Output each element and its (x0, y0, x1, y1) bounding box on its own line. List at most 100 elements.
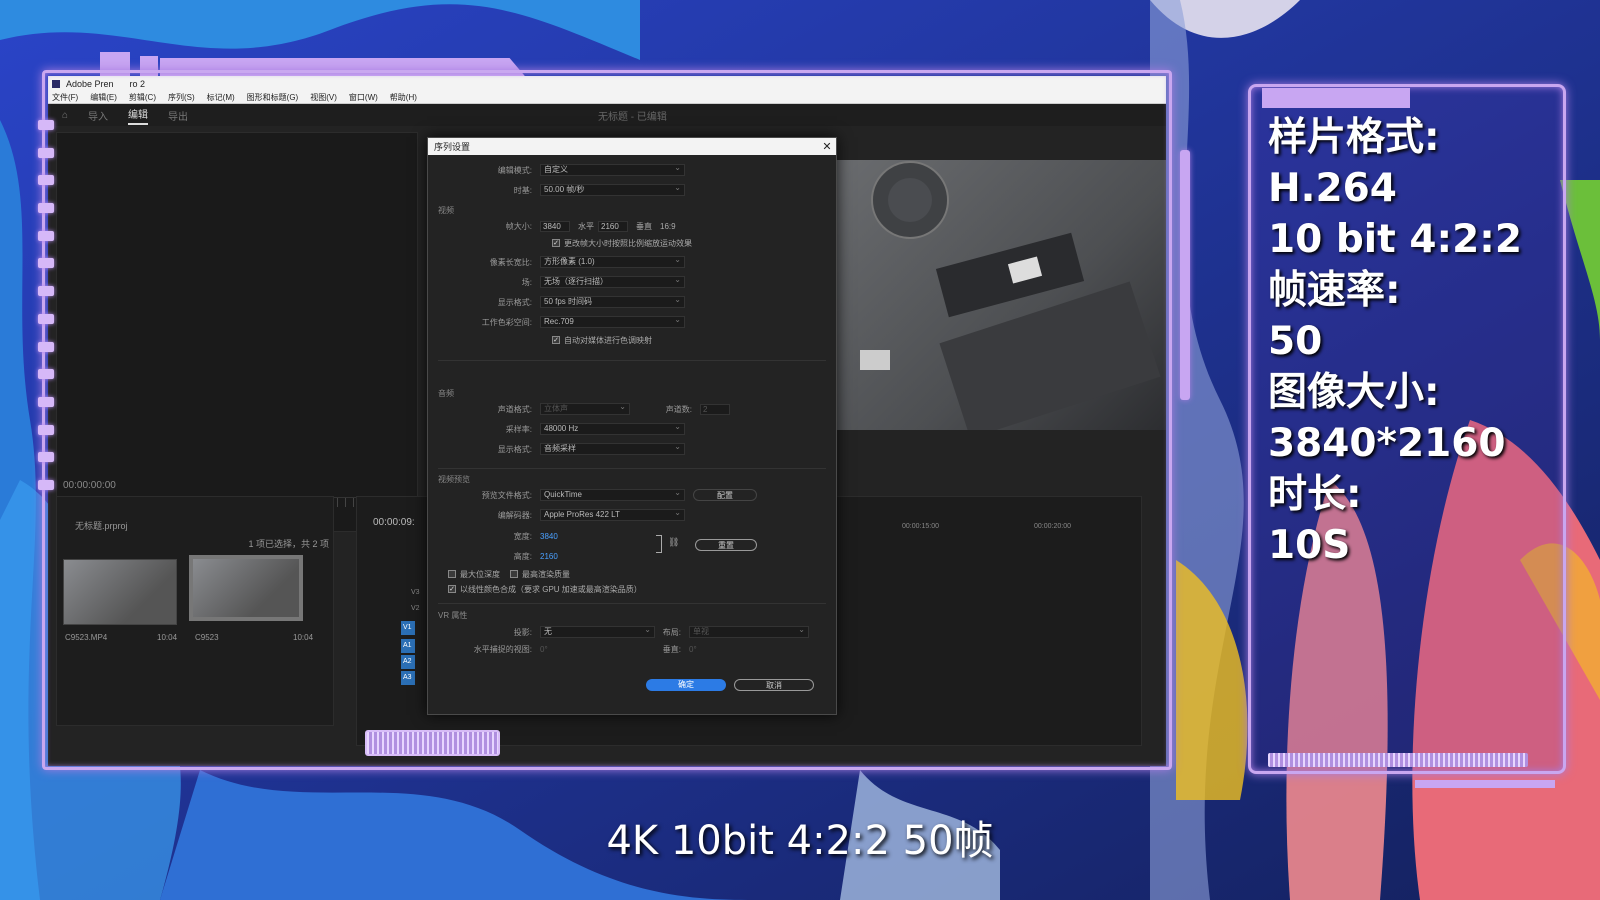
info-line: 时长: (1268, 472, 1362, 517)
linear-color-row[interactable]: ✓ 以线性颜色合成（要求 GPU 加速或最高渲染品质） (448, 583, 642, 595)
timebase-label: 时基: (513, 185, 532, 195)
info-line: 帧速率: (1268, 268, 1401, 313)
checkbox-unchecked-icon[interactable] (448, 570, 456, 578)
max-depth-label: 最大位深度 (460, 569, 500, 579)
frame-decoration (365, 730, 500, 756)
pixel-aspect-row: 像素长宽比: 方形像素 (1.0) (440, 255, 685, 268)
color-space-label: 工作色彩空间: (481, 317, 532, 327)
height-row: 高度: 2160 (440, 550, 558, 562)
info-panel-text: 样片格式: H.264 10 bit 4:2:2 帧速率: 50 图像大小: 3… (1268, 112, 1568, 571)
timebase-select[interactable]: 50.00 帧/秒 (540, 183, 685, 196)
info-panel-decoration (1268, 753, 1528, 767)
color-space-select[interactable]: Rec.709 (540, 315, 685, 328)
fields-select[interactable]: 无场（逐行扫描） (540, 275, 685, 288)
h-view-label: 水平捕捉的视图: (473, 644, 532, 654)
frame-size-row: 帧大小: 3840 水平 2160 垂直 16:9 (440, 220, 676, 232)
display-format-select[interactable]: 50 fps 时间码 (540, 295, 685, 308)
scale-checkbox-row[interactable]: ✓ 更改帧大小时按照比例缩放运动效果 (552, 237, 692, 249)
pixel-aspect-label: 像素长宽比: (489, 257, 532, 267)
checkbox-checked-icon[interactable]: ✓ (552, 239, 560, 247)
editing-mode-select[interactable]: 自定义 (540, 163, 685, 176)
reset-button[interactable]: 重置 (695, 539, 757, 551)
sample-rate-row: 采样率: 48000 Hz (440, 422, 685, 435)
preview-format-row: 预览文件格式: QuickTime 配置 (440, 488, 757, 501)
aspect-ratio: 16:9 (660, 221, 676, 231)
vr-section-label: VR 属性 (438, 611, 468, 620)
channel-format-select: 立体声 (540, 402, 630, 415)
audio-display-select[interactable]: 音频采样 (540, 442, 685, 455)
info-line: 图像大小: (1268, 370, 1440, 415)
auto-tone-label: 自动对媒体进行色调映射 (564, 335, 652, 345)
h-view-value: 0° (540, 644, 548, 654)
projection-select[interactable]: 无 (540, 625, 655, 638)
info-line: 样片格式: (1268, 115, 1440, 160)
video-subtitle: 4K 10bit 4:2:2 50帧 (606, 818, 994, 864)
info-line: 10 bit 4:2:2 (1268, 217, 1522, 262)
projection-label: 投影: (513, 627, 532, 637)
h-view-row: 水平捕捉的视图: 0° 垂直: 0° (440, 643, 697, 655)
auto-tone-checkbox-row[interactable]: ✓ 自动对媒体进行色调映射 (552, 334, 652, 346)
v-view-value: 0° (689, 644, 697, 654)
audio-display-row: 显示格式: 音频采样 (440, 442, 685, 455)
width-value[interactable]: 3840 (540, 532, 558, 541)
checkbox-checked-icon[interactable]: ✓ (448, 585, 456, 593)
link-icon[interactable]: ⛓ (668, 537, 679, 548)
height-value[interactable]: 2160 (540, 552, 558, 561)
preview-format-select[interactable]: QuickTime (540, 488, 685, 501)
channel-format-row: 声道格式: 立体声 声道数: 2 (440, 402, 730, 415)
audio-section-label: 音频 (438, 389, 454, 398)
linear-color-label: 以线性颜色合成（要求 GPU 加速或最高渲染品质） (460, 584, 642, 594)
ok-button[interactable]: 确定 (646, 679, 726, 691)
info-line: 50 (1268, 319, 1323, 364)
color-space-row: 工作色彩空间: Rec.709 (440, 315, 685, 328)
editing-mode-row: 编辑模式: 自定义 (440, 163, 685, 176)
side-dots-decoration (38, 120, 54, 490)
checkbox-unchecked-icon[interactable] (510, 570, 518, 578)
close-icon[interactable]: ✕ (818, 140, 836, 153)
audio-display-label: 显示格式: (497, 444, 532, 454)
sample-rate-select[interactable]: 48000 Hz (540, 422, 685, 435)
scale-checkbox-label: 更改帧大小时按照比例缩放运动效果 (564, 238, 692, 248)
layout-label: 布局: (662, 627, 681, 637)
sequence-settings-dialog: 序列设置 ✕ 编辑模式: 自定义 时基: 50.00 帧/秒 视频 帧大小: 3… (427, 137, 837, 715)
channel-format-label: 声道格式: (497, 404, 532, 414)
divider (438, 603, 826, 604)
horizontal-label: 水平 (578, 221, 594, 231)
preview-format-label: 预览文件格式: (481, 490, 532, 500)
height-label: 高度: (513, 551, 532, 561)
info-line: H.264 (1268, 166, 1397, 211)
vertical-label: 垂直 (636, 221, 652, 231)
checkbox-checked-icon[interactable]: ✓ (552, 336, 560, 344)
divider (438, 360, 826, 361)
display-format-label: 显示格式: (497, 297, 532, 307)
codec-label: 编解码器: (497, 510, 532, 520)
info-panel-decoration (1262, 88, 1410, 108)
frame-size-label: 帧大小: (505, 221, 532, 231)
pixel-aspect-select[interactable]: 方形像素 (1.0) (540, 255, 685, 268)
display-format-row: 显示格式: 50 fps 时间码 (440, 295, 685, 308)
link-bracket (656, 535, 662, 553)
frame-height-input[interactable]: 2160 (598, 220, 628, 232)
frame-decoration (1180, 150, 1190, 400)
editing-mode-label: 编辑模式: (497, 165, 532, 175)
sample-rate-label: 采样率: (505, 424, 532, 434)
info-line: 3840*2160 (1268, 421, 1506, 466)
codec-select[interactable]: Apple ProRes 422 LT (540, 508, 685, 521)
preview-section-label: 视频预览 (438, 475, 470, 484)
fields-row: 场: 无场（逐行扫描） (440, 275, 685, 288)
codec-row: 编解码器: Apple ProRes 422 LT (440, 508, 685, 521)
projection-row: 投影: 无 布局: 单视 (440, 625, 809, 638)
cancel-button[interactable]: 取消 (734, 679, 814, 691)
dialog-title: 序列设置 (434, 142, 471, 152)
dialog-titlebar: 序列设置 ✕ (428, 138, 836, 155)
channel-count-label: 声道数: (665, 404, 692, 414)
configure-button: 配置 (693, 489, 757, 501)
divider (438, 468, 826, 469)
frame-width-input[interactable]: 3840 (540, 220, 570, 232)
video-section-label: 视频 (438, 206, 454, 215)
max-quality-label: 最高渲染质量 (522, 569, 570, 579)
info-line: 10S (1268, 523, 1351, 568)
info-panel-decoration (1415, 780, 1555, 788)
max-depth-row[interactable]: 最大位深度 最高渲染质量 (448, 568, 570, 580)
timebase-row: 时基: 50.00 帧/秒 (440, 183, 685, 196)
